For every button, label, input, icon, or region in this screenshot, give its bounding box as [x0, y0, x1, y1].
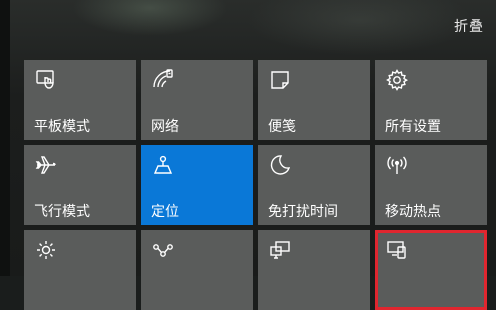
tile-label: 移动热点 [385, 204, 441, 220]
tile-airplane-mode[interactable]: 飞行模式 [24, 145, 136, 225]
tile-label: 飞行模式 [34, 204, 90, 220]
gear-icon [385, 68, 409, 92]
tile-label: 免打扰时间 [268, 204, 338, 220]
note-icon [268, 68, 292, 92]
tile-label: 便笺 [268, 119, 296, 135]
tile-brightness[interactable] [24, 230, 136, 310]
tile-connect[interactable] [375, 230, 487, 310]
tile-all-settings[interactable]: 所有设置 [375, 60, 487, 140]
window-edge [0, 0, 10, 276]
brightness-icon [34, 238, 58, 262]
tile-location[interactable]: 定位 [141, 145, 253, 225]
quick-actions-grid: 平板模式 网络 便笺 所有设置 飞行模式 定位 免打扰时间 移动热点 [24, 60, 487, 310]
airplane-icon [34, 153, 58, 177]
tile-note[interactable]: 便笺 [258, 60, 370, 140]
tile-label: 平板模式 [34, 119, 90, 135]
tile-quiet-hours[interactable]: 免打扰时间 [258, 145, 370, 225]
network-icon [151, 68, 175, 92]
tile-label: 所有设置 [385, 119, 441, 135]
collapse-button[interactable]: 折叠 [454, 16, 484, 36]
tile-vpn[interactable] [141, 230, 253, 310]
tile-label: 定位 [151, 204, 179, 220]
tile-network[interactable]: 网络 [141, 60, 253, 140]
moon-icon [268, 153, 292, 177]
tablet-mode-icon [34, 68, 58, 92]
tile-project[interactable] [258, 230, 370, 310]
project-icon [268, 238, 292, 262]
vpn-icon [151, 238, 175, 262]
tile-mobile-hotspot[interactable]: 移动热点 [375, 145, 487, 225]
connect-icon [385, 238, 409, 262]
tile-tablet-mode[interactable]: 平板模式 [24, 60, 136, 140]
location-icon [151, 153, 175, 177]
tile-label: 网络 [151, 119, 179, 135]
hotspot-icon [385, 153, 409, 177]
